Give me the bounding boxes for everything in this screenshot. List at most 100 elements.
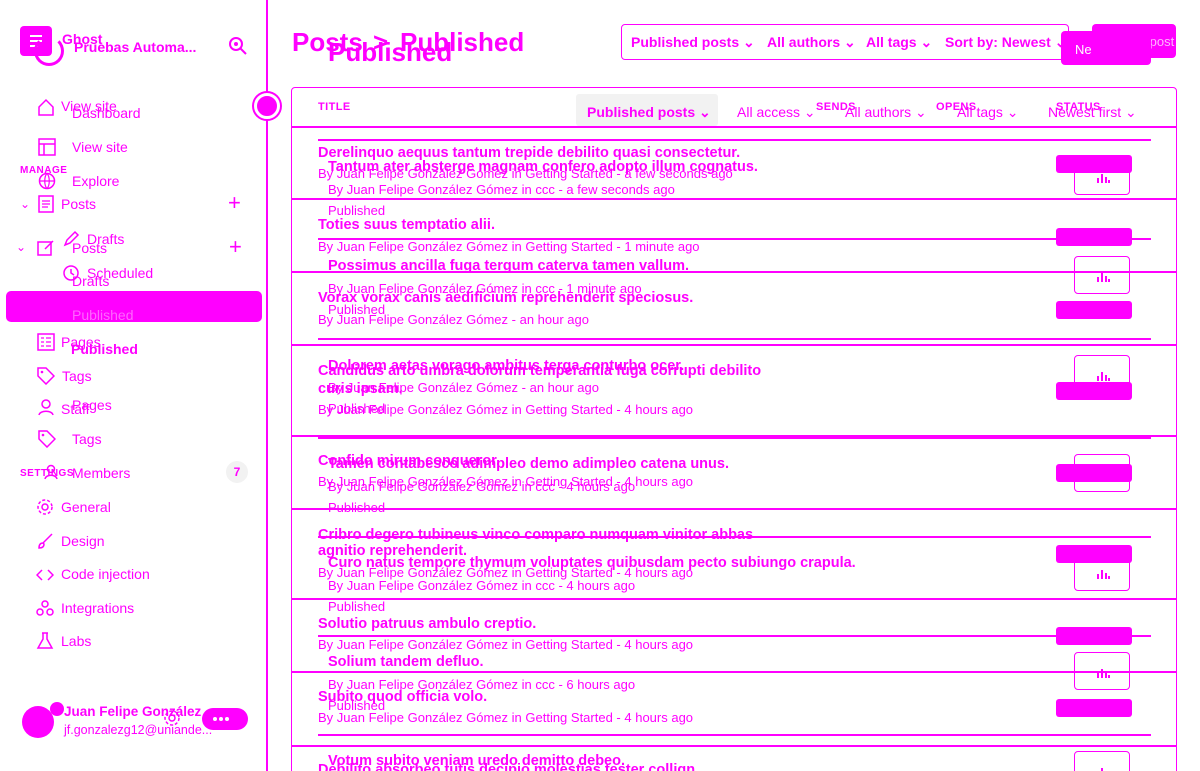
chevron-down-icon[interactable]: ⌄: [16, 240, 26, 254]
nav-explore[interactable]: Explore: [72, 173, 119, 189]
chevron-down-icon[interactable]: ⌄: [20, 197, 30, 211]
filter-tags[interactable]: All tags ⌄: [866, 34, 932, 51]
post-meta: By Juan Felipe González Gómez in ccc - 1…: [328, 281, 642, 296]
site-logo-icon: [34, 36, 64, 66]
analytics-button[interactable]: [1074, 157, 1130, 195]
column-title-header: TITLE: [318, 101, 351, 113]
nav-tags-b[interactable]: Tags: [72, 431, 102, 447]
post-meta: By Juan Felipe González Gómez in ccc - 6…: [328, 677, 636, 692]
post-title[interactable]: Tamen contabesco adimpleo demo adimpleo …: [328, 456, 729, 472]
filter-tags-table[interactable]: All tags ⌄: [957, 104, 1019, 121]
edit-icon: [37, 240, 54, 256]
gear-icon: [37, 499, 53, 515]
nav-labs[interactable]: Labs: [61, 633, 91, 649]
analytics-button[interactable]: [1074, 256, 1130, 294]
analytics-icon: [1097, 471, 1110, 480]
more-options-button[interactable]: [202, 708, 248, 730]
filter-authors[interactable]: All authors ⌄: [767, 34, 856, 51]
row-divider: [318, 139, 1151, 141]
integrations-icon: [36, 600, 54, 616]
row-divider: [291, 671, 1177, 673]
post-meta: By Juan Felipe González Gómez - an hour …: [328, 380, 599, 395]
post-title[interactable]: Curo natus tempore thymum voluptates qui…: [328, 555, 856, 571]
post-title[interactable]: Cribro degero tubineus vinco comparo num…: [318, 527, 753, 543]
post-title[interactable]: Possimus ancilla fuga tergum caterva tam…: [328, 258, 689, 274]
analytics-button[interactable]: [1074, 751, 1130, 771]
post-meta: By Juan Felipe González Gómez in ccc - a…: [328, 182, 675, 197]
add-post-button[interactable]: +: [228, 192, 241, 214]
row-divider: [291, 198, 1177, 200]
sidebar-resize-handle[interactable]: [254, 93, 280, 119]
pages-icon: [37, 333, 55, 351]
new-post-button[interactable]: Ne: [1061, 31, 1151, 65]
row-divider: [318, 734, 1151, 736]
globe-icon: [38, 172, 56, 190]
analytics-icon: [1097, 372, 1110, 381]
post-title[interactable]: Solutio patruus ambulo creptio.: [318, 616, 536, 632]
post-title[interactable]: Tantum ater absterge magnam confero adop…: [328, 159, 758, 175]
post-title[interactable]: Toties suus temptatio alii.: [318, 217, 495, 233]
user-email: jf.gonzalezg12@uniande...: [64, 723, 213, 737]
nav-published-b[interactable]: Published: [71, 341, 138, 357]
post-title[interactable]: Solium tandem defluo.: [328, 654, 483, 670]
sidebar: Ghost Pruebas Automa... View site Dashbo…: [0, 0, 268, 771]
filter-type-table[interactable]: Published posts ⌄: [587, 104, 711, 121]
nav-design[interactable]: Design: [61, 533, 105, 549]
nav-posts-b[interactable]: Posts: [72, 240, 107, 256]
add-page-button[interactable]: +: [229, 236, 242, 258]
nav-posts-a[interactable]: Posts: [61, 196, 96, 212]
nav-view-site-b[interactable]: View site: [72, 139, 128, 155]
post-status: Published: [328, 401, 386, 416]
filter-type[interactable]: Published posts ⌄: [631, 34, 755, 51]
analytics-icon: [1101, 768, 1107, 771]
nav-general[interactable]: General: [61, 499, 111, 515]
posts-icon: [38, 195, 54, 213]
nav-integrations[interactable]: Integrations: [61, 600, 134, 616]
post-meta: By Juan Felipe González Gómez in Getting…: [318, 239, 700, 254]
search-icon[interactable]: [226, 34, 250, 58]
row-divider: [318, 338, 1151, 340]
site-name-secondary[interactable]: Pruebas Automa...: [74, 39, 196, 55]
post-title[interactable]: Dolorem aetas vorago ambitus terga contu…: [328, 358, 684, 374]
nav-drafts-b[interactable]: Drafts: [72, 273, 109, 289]
analytics-button[interactable]: [1074, 454, 1130, 492]
nav-members[interactable]: Members: [72, 465, 130, 481]
status-badge: [1056, 627, 1132, 645]
members-icon: [44, 464, 58, 480]
nav-published-active[interactable]: [6, 291, 262, 322]
analytics-button[interactable]: [1074, 553, 1130, 591]
nav-published-a[interactable]: Published: [72, 307, 134, 323]
brush-icon: [38, 533, 53, 549]
home-icon: [38, 98, 54, 116]
filter-access[interactable]: All access ⌄: [737, 104, 816, 121]
row-divider: [291, 126, 1177, 128]
analytics-button[interactable]: [1074, 652, 1130, 690]
row-divider: [291, 508, 1177, 510]
filter-sort-table[interactable]: Newest first ⌄: [1048, 104, 1137, 121]
gear-icon[interactable]: [162, 708, 182, 728]
row-divider: [291, 344, 1177, 346]
avatar[interactable]: [22, 706, 54, 738]
tag-icon: [37, 367, 55, 385]
layout-icon: [38, 138, 56, 156]
row-divider: [291, 745, 1177, 747]
analytics-button[interactable]: [1074, 355, 1130, 393]
row-divider: [291, 598, 1177, 600]
nav-tags-a[interactable]: Tags: [62, 368, 92, 384]
nav-dashboard[interactable]: Dashboard: [72, 105, 141, 121]
status-badge: [1056, 228, 1132, 246]
filter-sort[interactable]: Sort by: Newest ⌄: [945, 34, 1066, 51]
tag-icon: [38, 430, 56, 448]
nav-pages-b[interactable]: Pages: [72, 397, 112, 413]
members-count-badge: 7: [226, 461, 248, 483]
filter-authors-table[interactable]: All authors ⌄: [845, 104, 927, 121]
avatar[interactable]: [50, 702, 64, 716]
code-icon: [36, 569, 54, 581]
analytics-icon: [1097, 669, 1110, 678]
post-meta: By Juan Felipe González Gómez in ccc - 4…: [328, 578, 636, 593]
post-meta: By Juan Felipe González Gómez in ccc - 4…: [328, 479, 636, 494]
post-status: Published: [328, 203, 386, 218]
post-title[interactable]: Votum subito veniam uredo demitto debeo.: [328, 753, 625, 769]
nav-code-injection[interactable]: Code injection: [61, 566, 150, 582]
post-meta: By Juan Felipe González Gómez in Getting…: [318, 637, 694, 652]
